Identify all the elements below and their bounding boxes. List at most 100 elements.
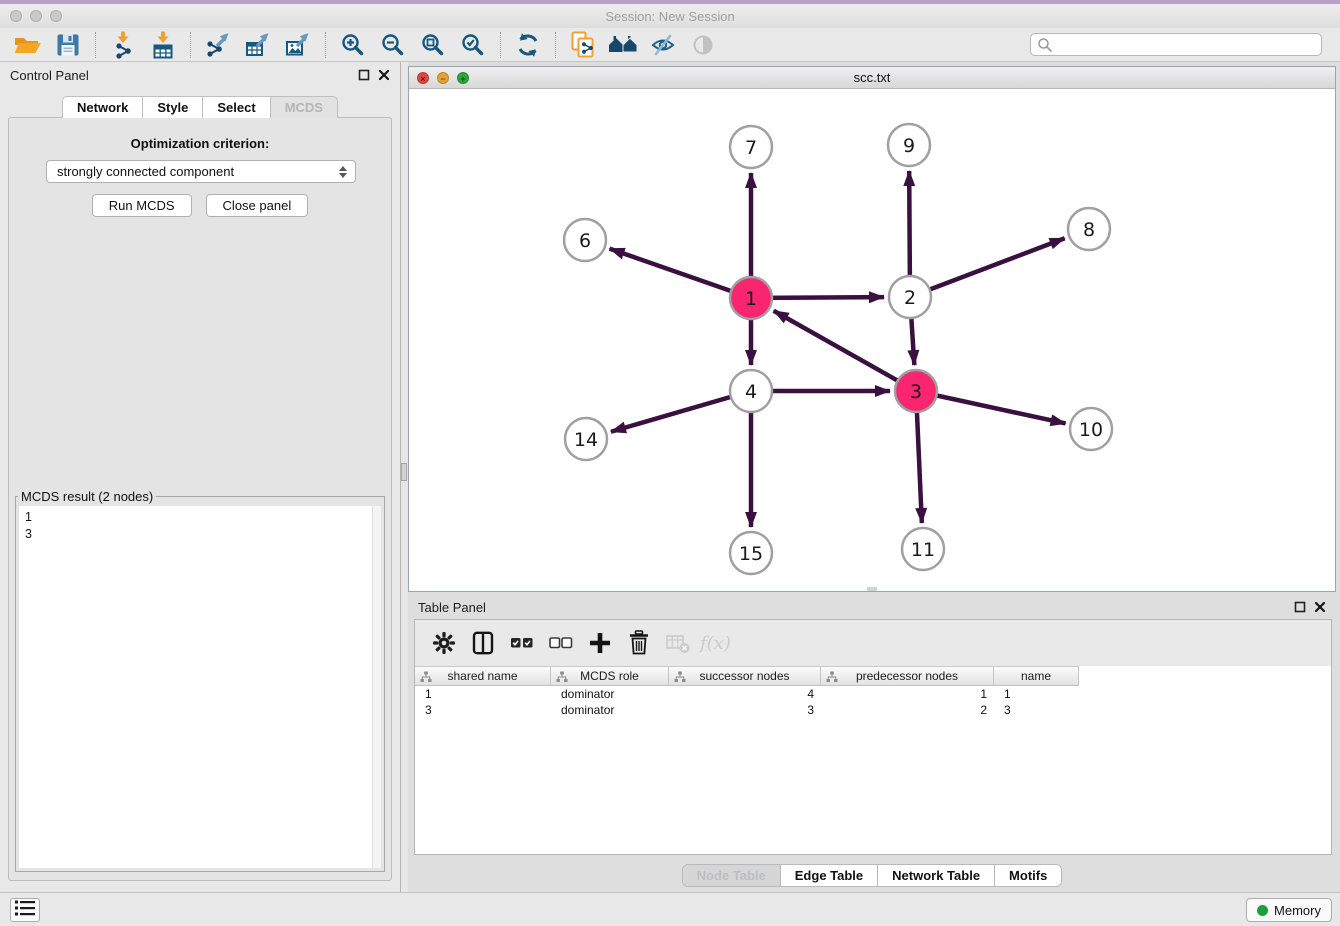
tab-mcds[interactable]: MCDS — [271, 96, 338, 118]
column-header-predecessor-nodes[interactable]: predecessor nodes — [821, 666, 994, 686]
tab-edge-table[interactable]: Edge Table — [780, 865, 877, 886]
tab-network-table[interactable]: Network Table — [877, 865, 994, 886]
search-input[interactable] — [1057, 37, 1315, 52]
float-panel-icon[interactable] — [1294, 601, 1306, 613]
control-panel-title: Control Panel — [10, 68, 89, 83]
graph-edge-3-1[interactable] — [774, 311, 916, 391]
duplicate-network-button[interactable] — [563, 30, 603, 60]
table-cell[interactable]: 2 — [821, 702, 994, 718]
table-cell[interactable]: 4 — [669, 686, 821, 702]
graphics-details-button[interactable] — [643, 30, 683, 60]
tab-select[interactable]: Select — [203, 96, 270, 118]
graph-node-label-3: 3 — [910, 381, 922, 403]
tab-node-table[interactable]: Node Table — [683, 865, 780, 886]
graph-node-label-9: 9 — [903, 135, 915, 157]
table-cell[interactable]: dominator — [551, 686, 669, 702]
open-folder-icon — [13, 32, 43, 58]
select-all-columns-button[interactable] — [505, 626, 539, 660]
column-settings-button[interactable] — [427, 626, 461, 660]
home-button[interactable] — [603, 30, 643, 60]
float-panel-icon[interactable] — [358, 69, 370, 81]
column-header-successor-nodes[interactable]: successor nodes — [669, 666, 821, 686]
control-panel-header: Control Panel — [0, 62, 400, 88]
mcds-result-fieldset: MCDS result (2 nodes) 1 3 — [15, 489, 385, 872]
zoom-fit-button[interactable] — [413, 30, 453, 60]
graph-node-label-2: 2 — [904, 287, 916, 309]
export-table-icon — [245, 32, 271, 58]
network-canvas[interactable]: 7968124314101511 — [409, 89, 1335, 591]
function-builder-button[interactable]: f(x) — [700, 626, 734, 660]
export-image-button[interactable] — [278, 30, 318, 60]
result-scrollbar[interactable] — [372, 506, 381, 868]
refresh-layout-button[interactable] — [508, 30, 548, 60]
zoom-out-button[interactable] — [373, 30, 413, 60]
import-network-button[interactable] — [103, 30, 143, 60]
close-panel-button[interactable]: Close panel — [206, 194, 309, 217]
open-session-button[interactable] — [8, 30, 48, 60]
close-panel-icon[interactable] — [378, 69, 390, 81]
canvas-resize-handle[interactable] — [867, 587, 877, 591]
column-header-label: predecessor nodes — [856, 669, 958, 683]
control-panel: Control Panel NetworkStyleSelectMCDS Opt… — [0, 62, 400, 892]
column-header-label: MCDS role — [580, 669, 639, 683]
run-mcds-button[interactable]: Run MCDS — [92, 194, 192, 217]
gear-icon — [432, 631, 456, 655]
table-cell[interactable]: 3 — [669, 702, 821, 718]
table-cell[interactable]: 3 — [994, 702, 1079, 718]
graph-edge-1-6[interactable] — [610, 249, 751, 298]
dropdown-stepper-icon — [339, 166, 347, 178]
table-row[interactable]: 3dominator323 — [415, 702, 1331, 718]
task-history-button[interactable] — [10, 898, 40, 922]
tab-network[interactable]: Network — [62, 96, 143, 118]
tab-motifs[interactable]: Motifs — [994, 865, 1061, 886]
criterion-dropdown[interactable]: strongly connected component — [46, 160, 356, 183]
save-session-button[interactable] — [48, 30, 88, 60]
graph-edge-3-10[interactable] — [916, 391, 1066, 423]
deselect-all-icon — [548, 631, 574, 655]
show-hide-eye-button[interactable] — [683, 30, 723, 60]
column-header-shared-name[interactable]: shared name — [415, 666, 551, 686]
table-cell[interactable]: dominator — [551, 702, 669, 718]
table-header-row: shared name MCDS role successor nodes prede… — [415, 666, 1331, 686]
table-cell[interactable]: 3 — [415, 702, 551, 718]
search-box[interactable] — [1030, 33, 1322, 56]
export-table-button[interactable] — [238, 30, 278, 60]
node-table: f(x) shared name MCDS role successor nodes… — [414, 619, 1332, 855]
table-cell[interactable]: 1 — [415, 686, 551, 702]
plus-icon — [588, 631, 612, 655]
export-network-button[interactable] — [198, 30, 238, 60]
main-toolbar — [0, 28, 1340, 62]
table-cell[interactable]: 1 — [994, 686, 1079, 702]
splitter-handle[interactable] — [401, 463, 407, 481]
delete-table-button[interactable] — [661, 626, 695, 660]
column-header-name[interactable]: name — [994, 666, 1079, 686]
hierarchy-icon — [420, 671, 432, 683]
graph-edge-2-8[interactable] — [910, 238, 1065, 297]
column-header-label: name — [1021, 669, 1051, 683]
status-bar: Memory — [0, 892, 1340, 926]
table-toolbar: f(x) — [415, 620, 1331, 666]
network-window-titlebar[interactable]: × − + scc.txt — [409, 67, 1335, 89]
graph-node-label-11: 11 — [911, 539, 935, 561]
import-table-button[interactable] — [143, 30, 183, 60]
table-row[interactable]: 1dominator411 — [415, 686, 1331, 702]
unselect-all-columns-button[interactable] — [544, 626, 578, 660]
zoom-selected-button[interactable] — [453, 30, 493, 60]
column-header-MCDS-role[interactable]: MCDS role — [551, 666, 669, 686]
panel-splitter[interactable] — [400, 62, 408, 892]
svg-text:f(x): f(x) — [698, 633, 731, 654]
network-window-title: scc.txt — [409, 70, 1335, 85]
delete-columns-button[interactable] — [622, 626, 656, 660]
optimization-criterion-label: Optimization criterion: — [9, 136, 391, 151]
table-cell[interactable]: 1 — [821, 686, 994, 702]
zoom-in-button[interactable] — [333, 30, 373, 60]
close-panel-icon[interactable] — [1314, 601, 1326, 613]
eye-icon — [690, 32, 716, 58]
memory-button[interactable]: Memory — [1246, 898, 1332, 922]
tab-style[interactable]: Style — [143, 96, 203, 118]
mcds-result-box[interactable]: 1 3 — [19, 506, 381, 868]
graph-node-label-6: 6 — [579, 230, 591, 252]
create-column-button[interactable] — [583, 626, 617, 660]
show-columns-button[interactable] — [466, 626, 500, 660]
column-header-label: shared name — [447, 669, 517, 683]
